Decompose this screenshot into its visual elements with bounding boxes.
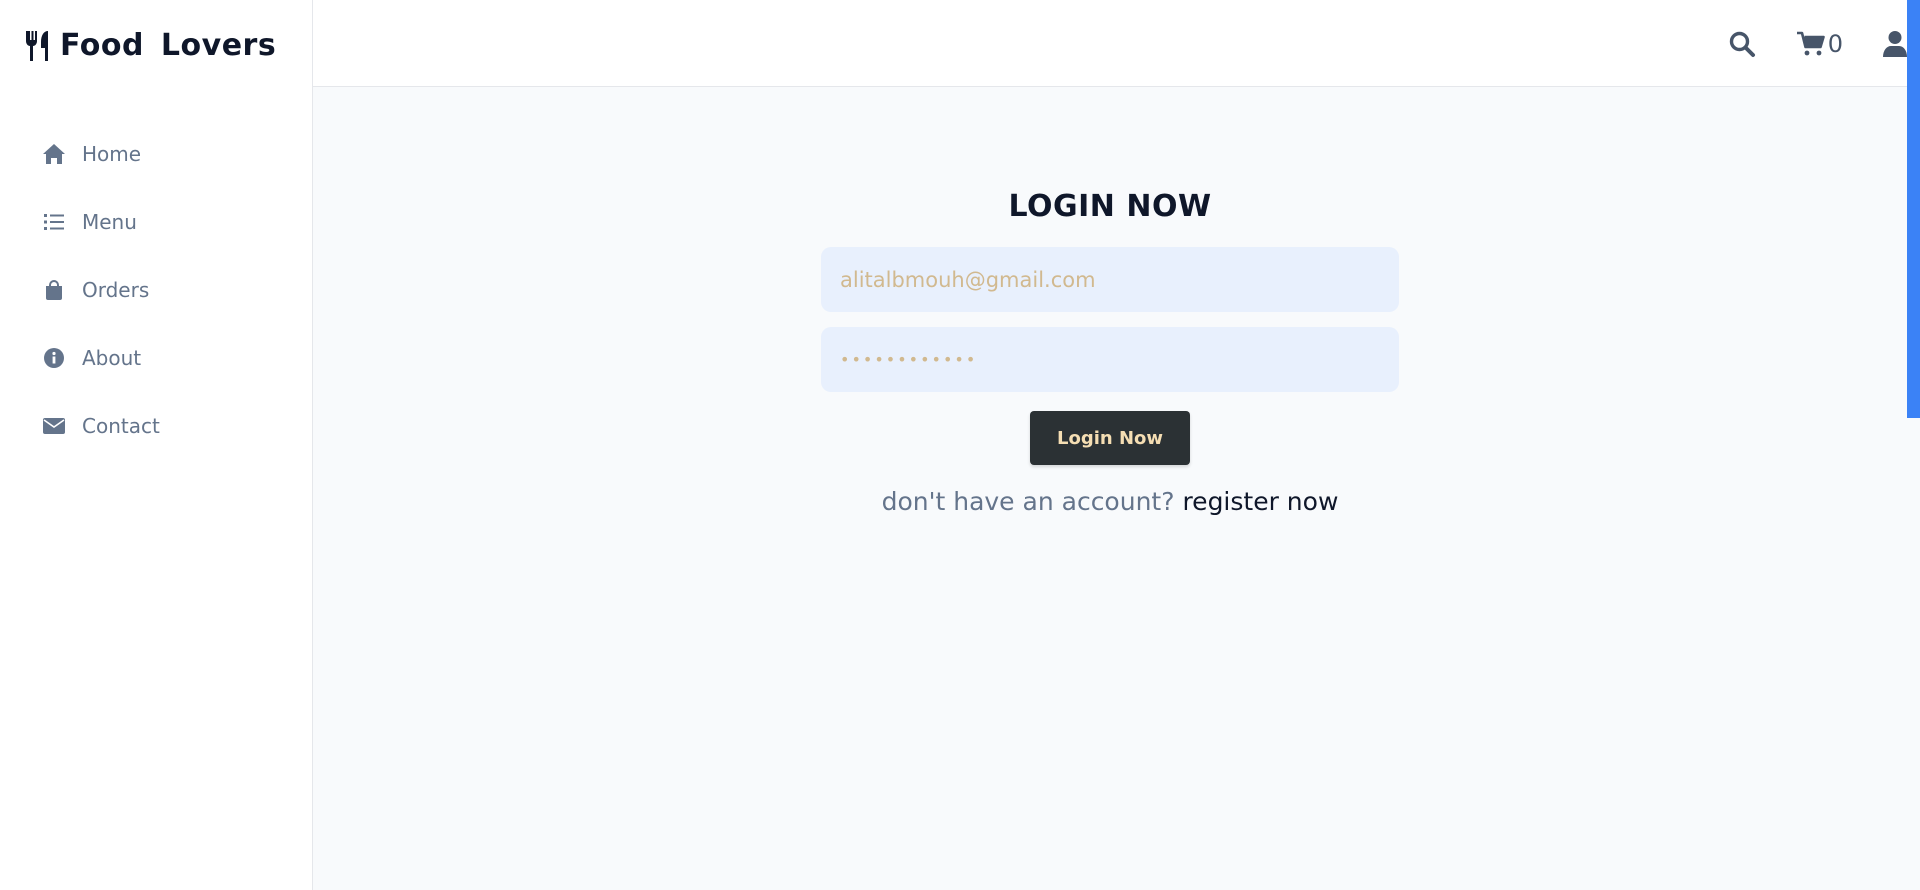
sidebar-item-contact[interactable]: Contact xyxy=(0,392,313,460)
utensils-icon xyxy=(24,30,50,62)
search-button[interactable] xyxy=(1728,30,1756,58)
cart-icon xyxy=(1796,31,1826,57)
main-content: LOGIN NOW alitalbmouh@gmail.com ••••••••… xyxy=(313,111,1907,890)
sidebar-item-orders[interactable]: Orders xyxy=(0,256,313,324)
cart-button[interactable]: 0 xyxy=(1796,30,1843,58)
sidebar-item-label: Contact xyxy=(82,414,160,438)
user-icon xyxy=(1883,30,1907,58)
login-button[interactable]: Login Now xyxy=(1030,411,1190,465)
search-icon xyxy=(1728,30,1756,58)
sidebar-item-label: Home xyxy=(82,142,142,166)
header-actions: 0 xyxy=(1688,0,1907,87)
sidebar-item-label: Orders xyxy=(82,278,150,302)
user-account-button[interactable] xyxy=(1883,30,1907,58)
cart-count: 0 xyxy=(1827,29,1843,58)
brand-name: Food Lovers xyxy=(60,28,277,63)
shopping-bag-icon xyxy=(42,278,66,302)
register-link[interactable]: register now xyxy=(1182,487,1338,516)
email-field[interactable]: alitalbmouh@gmail.com xyxy=(821,247,1399,312)
sidebar-item-about[interactable]: About xyxy=(0,324,313,392)
password-field[interactable]: •••••••••••• xyxy=(821,327,1399,392)
home-icon xyxy=(42,142,66,166)
register-prompt: don't have an account? register now xyxy=(821,487,1399,516)
sidebar-item-label: Menu xyxy=(82,210,137,234)
sidebar-item-menu[interactable]: Menu xyxy=(0,188,313,256)
envelope-icon xyxy=(42,414,66,438)
login-form: LOGIN NOW alitalbmouh@gmail.com ••••••••… xyxy=(821,185,1399,516)
register-prompt-text: don't have an account? xyxy=(881,487,1175,516)
brand-logo[interactable]: Food Lovers xyxy=(24,28,276,63)
sidebar-item-label: About xyxy=(82,346,142,370)
scrollbar-thumb[interactable] xyxy=(1907,0,1920,418)
sidebar-nav: Home Menu Orders About Contact xyxy=(0,120,313,460)
top-header: 0 xyxy=(313,0,1907,87)
info-icon xyxy=(42,346,66,370)
sidebar: Food Lovers Home Menu Orders About Conta… xyxy=(0,0,313,890)
sidebar-item-home[interactable]: Home xyxy=(0,120,313,188)
login-title: LOGIN NOW xyxy=(1008,189,1212,224)
list-icon xyxy=(42,210,66,234)
